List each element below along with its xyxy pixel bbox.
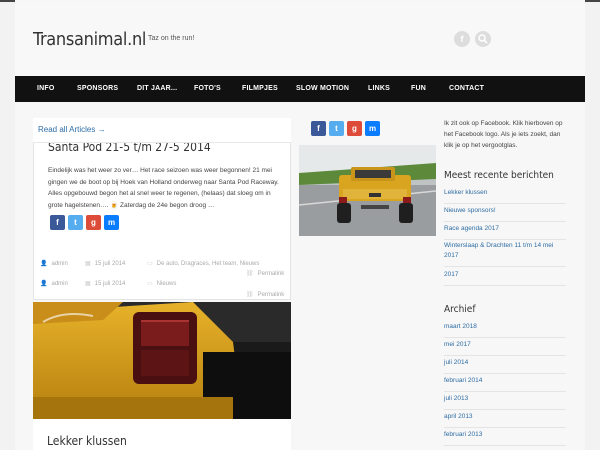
- recent-post-link[interactable]: Winterslaap & Drachten 11 t/m 14 mei 201…: [444, 241, 566, 267]
- read-all-articles-bar: Read all Articles →: [33, 118, 291, 143]
- post-image-truck[interactable]: [299, 145, 436, 236]
- messenger-share-icon[interactable]: m: [365, 121, 380, 136]
- recent-post-link[interactable]: Race agenda 2017: [444, 224, 566, 240]
- post-categories-2[interactable]: Nieuws: [157, 281, 177, 287]
- link-icon: ⛓: [246, 292, 254, 298]
- post-title-2[interactable]: Lekker klussen: [47, 434, 127, 448]
- post-date-2: 15 juli 2014: [94, 281, 126, 287]
- nav-item-fotos[interactable]: FOTO'S: [194, 76, 221, 102]
- post-meta-categories-2: ▭ Nieuws: [147, 280, 176, 287]
- twitter-share-icon[interactable]: t: [329, 121, 344, 136]
- archive-title: Archief: [444, 304, 476, 315]
- post-meta: 👤 admin: [40, 260, 68, 267]
- google-plus-share-icon[interactable]: g: [86, 215, 101, 230]
- facebook-widget-text: Ik zit ook op Facebook. Klik hierboven o…: [444, 120, 563, 149]
- archive-link[interactable]: april 2013: [444, 412, 566, 428]
- author-icon: 👤: [40, 261, 48, 267]
- post-author[interactable]: admin: [51, 261, 67, 267]
- post-categories[interactable]: De auto, Dragraces, Het team, Nieuws: [157, 261, 260, 267]
- archive-link[interactable]: juli 2014: [444, 358, 566, 374]
- archive-link[interactable]: februari 2014: [444, 376, 566, 392]
- post-image-taillight[interactable]: [33, 302, 291, 419]
- calendar-icon: ▦: [85, 281, 91, 287]
- recent-post-link[interactable]: Nieuwe sponsors!: [444, 206, 566, 222]
- facebook-icon[interactable]: f: [454, 31, 470, 47]
- post-excerpt: Eindelijk was het weer zo ver… Het race …: [48, 167, 279, 209]
- nav-item-dit-jaar[interactable]: DIT JAAR...: [137, 76, 177, 102]
- main-nav: INFO SPONSORS DIT JAAR... FOTO'S FILMPJE…: [15, 76, 585, 102]
- archive-link[interactable]: februari 2013: [444, 430, 566, 446]
- facebook-share-icon[interactable]: f: [311, 121, 326, 136]
- post-permalink: ⛓ Permalink: [246, 270, 284, 277]
- author-icon: 👤: [40, 281, 48, 287]
- nav-item-sponsors[interactable]: SPONSORS: [77, 76, 118, 102]
- twitter-share-icon[interactable]: t: [68, 215, 83, 230]
- share-buttons: f t g m: [50, 215, 119, 230]
- site-title[interactable]: Transanimal.nl: [33, 29, 146, 50]
- post-meta-date: ▦ 15 juli 2014: [85, 260, 125, 267]
- calendar-icon: ▦: [85, 261, 91, 267]
- nav-item-slow-motion[interactable]: SLOW MOTION: [296, 76, 349, 102]
- nav-item-info[interactable]: INFO: [37, 76, 55, 102]
- post-meta-2: 👤 admin: [40, 280, 68, 287]
- post-date: 15 juli 2014: [94, 261, 126, 267]
- archive-link[interactable]: juli 2013: [444, 394, 566, 410]
- folder-icon: ▭: [147, 261, 153, 267]
- link-icon: ⛓: [246, 271, 254, 277]
- read-all-articles-link[interactable]: Read all Articles →: [38, 125, 106, 134]
- post-card-2: Lekker klussen: [33, 419, 291, 450]
- post-meta-categories: ▭ De auto, Dragraces, Het team, Nieuws: [147, 260, 259, 267]
- nav-item-contact[interactable]: CONTACT: [449, 76, 484, 102]
- google-plus-share-icon[interactable]: g: [347, 121, 362, 136]
- page: Transanimal.nl Taz on the run! f INFO SP…: [15, 0, 585, 450]
- permalink-link[interactable]: Permalink: [258, 271, 285, 277]
- recent-post-link[interactable]: 2017: [444, 270, 566, 286]
- post-card: Santa Pod 21-5 t/m 27-5 2014 Eindelijk w…: [33, 118, 291, 300]
- permalink-link-2[interactable]: Permalink: [258, 292, 285, 298]
- nav-item-links[interactable]: LINKS: [368, 76, 390, 102]
- facebook-share-icon[interactable]: f: [50, 215, 65, 230]
- share-buttons-top: f t g m: [311, 121, 380, 136]
- site-header: Transanimal.nl Taz on the run! f: [15, 2, 585, 76]
- post-meta-date-2: ▦ 15 juli 2014: [85, 280, 125, 287]
- folder-icon: ▭: [147, 281, 153, 287]
- post-permalink-2: ⛓ Permalink: [246, 291, 284, 298]
- recent-posts-title: Meest recente berichten: [444, 170, 554, 181]
- site-tagline: Taz on the run!: [148, 35, 195, 42]
- messenger-share-icon[interactable]: m: [104, 215, 119, 230]
- search-icon[interactable]: [475, 31, 491, 47]
- recent-post-link[interactable]: Lekker klussen: [444, 188, 566, 204]
- archive-link[interactable]: mei 2017: [444, 340, 566, 356]
- nav-item-filmpjes[interactable]: FILMPJES: [242, 76, 278, 102]
- nav-item-fun[interactable]: FUN: [411, 76, 426, 102]
- archive-link[interactable]: maart 2018: [444, 322, 566, 338]
- post-author-2[interactable]: admin: [51, 281, 67, 287]
